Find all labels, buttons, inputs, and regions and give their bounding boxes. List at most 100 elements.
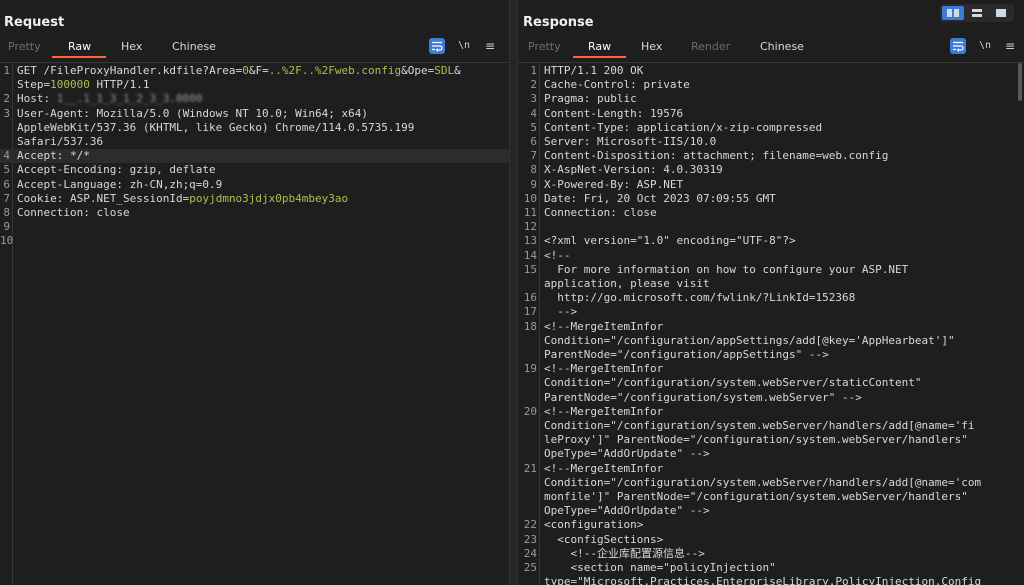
code-token: leProxy']" ParentNode="/configuration/sy… xyxy=(544,433,968,447)
response-code-line: 24 <!--企业库配置源信息--> xyxy=(518,547,1024,561)
line-number: 4 xyxy=(530,106,537,120)
response-code-line: 6 Server: Microsoft-IIS/10.0 xyxy=(518,135,1024,149)
response-code-line: 7 Content-Disposition: attachment; filena… xyxy=(518,149,1024,163)
layout-top-bottom-button[interactable] xyxy=(966,6,988,20)
response-tab-pretty[interactable]: Pretty xyxy=(528,40,561,53)
request-tab-raw[interactable]: Raw xyxy=(68,40,91,53)
response-code-line: OpeType="AddOrUpdate" --> xyxy=(518,447,1024,461)
response-code-line: 13 <?xml version="1.0" encoding="UTF-8"?> xyxy=(518,234,1024,248)
code-token: poyjdmno3jdjx0pb4mbey3ao xyxy=(189,191,349,205)
code-token: X-Powered-By: ASP.NET xyxy=(544,177,684,191)
response-pane: Response Pretty Raw Hex Render Chinese \… xyxy=(518,0,1024,585)
line-text: <section name="policyInjection" xyxy=(544,561,775,575)
code-token: Condition="/configuration/appSettings/ad… xyxy=(544,333,955,347)
menu-icon[interactable]: ≡ xyxy=(1002,38,1018,54)
line-text: Safari/537.36 xyxy=(17,135,103,149)
line-number: 4 xyxy=(3,149,10,163)
response-code-line: ParentNode="/configuration/system.webSer… xyxy=(518,391,1024,405)
request-code-line: AppleWebKit/537.36 (KHTML, like Gecko) C… xyxy=(0,121,509,135)
response-code-line: 16 http://go.microsoft.com/fwlink/?LinkI… xyxy=(518,291,1024,305)
code-token: Cookie: xyxy=(17,191,70,205)
line-number: 5 xyxy=(3,163,10,177)
code-token: HTTP/1.1 xyxy=(89,78,150,92)
code-token: 100000 xyxy=(50,78,90,92)
code-token: & xyxy=(401,64,408,77)
line-text: ParentNode="/configuration/appSettings" … xyxy=(544,348,829,362)
code-token: OpeType="AddOrUpdate" --> xyxy=(544,504,710,518)
request-tab-hex[interactable]: Hex xyxy=(121,40,142,53)
response-tab-hex[interactable]: Hex xyxy=(641,40,662,53)
request-code-line: 5 Accept-Encoding: gzip, deflate xyxy=(0,163,509,177)
code-token: ParentNode="/configuration/system.webSer… xyxy=(544,390,862,404)
request-code-line: Step=100000 HTTP/1.1 xyxy=(0,78,509,92)
line-text: Content-Length: 19576 xyxy=(544,107,683,121)
line-number: 3 xyxy=(3,106,10,120)
request-code-line: 6 Accept-Language: zh-CN,zh;q=0.9 xyxy=(0,178,509,192)
response-code-line: Condition="/configuration/system.webServ… xyxy=(518,419,1024,433)
line-text: Condition="/configuration/appSettings/ad… xyxy=(544,334,955,348)
line-text: Accept-Language: zh-CN,zh;q=0.9 xyxy=(17,178,222,192)
response-tab-chinese[interactable]: Chinese xyxy=(760,40,804,53)
wrap-lines-icon[interactable] xyxy=(950,38,966,54)
pane-divider[interactable] xyxy=(509,0,518,585)
request-editor[interactable]: 1 GET /FileProxyHandler.kdfile?Area=0&F=.… xyxy=(0,62,509,585)
request-code-line: 2 Host: 1__.1_1_3_1_2_3_3.0000 xyxy=(0,92,509,106)
request-tab-chinese[interactable]: Chinese xyxy=(172,40,216,53)
response-code-line: 18 <!--MergeItemInfor xyxy=(518,320,1024,334)
code-token: Ope xyxy=(407,64,428,77)
newline-toggle-icon[interactable]: \n xyxy=(977,38,993,54)
code-token: Accept: */* xyxy=(17,149,90,163)
line-text: <!--MergeItemInfor xyxy=(544,462,663,476)
line-number: 6 xyxy=(530,135,537,148)
line-text: Content-Type: application/x-zip-compress… xyxy=(544,121,822,135)
response-code-line: leProxy']" ParentNode="/configuration/sy… xyxy=(518,433,1024,447)
code-token: http://go.microsoft.com/fwlink/?LinkId=1… xyxy=(544,291,856,305)
request-code-line: 10 xyxy=(0,234,509,248)
line-text: leProxy']" ParentNode="/configuration/sy… xyxy=(544,433,968,447)
response-scrollbar[interactable] xyxy=(1018,63,1022,101)
request-code-line: 4 Accept: */* xyxy=(0,149,509,164)
response-tab-raw[interactable]: Raw xyxy=(588,40,611,53)
line-number: 16 xyxy=(523,291,537,305)
line-number: 6 xyxy=(3,177,10,191)
request-code-line: 7 Cookie: ASP.NET_SessionId=poyjdmno3jdjx… xyxy=(0,192,509,206)
line-number: 17 xyxy=(523,305,537,319)
line-text: Cookie: ASP.NET_SessionId=poyjdmno3jdjx0… xyxy=(17,192,348,206)
response-code-line: 2 Cache-Control: private xyxy=(518,78,1024,92)
request-pane: Request Pretty Raw Hex Chinese \n ≡ 1 GET… xyxy=(0,0,509,585)
request-tab-pretty[interactable]: Pretty xyxy=(8,40,41,53)
wrap-lines-icon[interactable] xyxy=(429,38,445,54)
layout-side-by-side-button[interactable] xyxy=(942,6,964,20)
response-code-line: 23 <configSections> xyxy=(518,533,1024,547)
code-token: User-Agent: Mozilla/5.0 (Windows NT 10.0… xyxy=(17,106,368,120)
code-token: X-AspNet-Version: 4.0.30319 xyxy=(544,163,723,177)
code-token: Date: Fri, 20 Oct 2023 07:09:55 GMT xyxy=(544,191,776,205)
response-code-line: 5 Content-Type: application/x-zip-compres… xyxy=(518,121,1024,135)
layout-single-button[interactable] xyxy=(990,6,1012,20)
response-code-line: Condition="/configuration/appSettings/ad… xyxy=(518,334,1024,348)
line-text: Date: Fri, 20 Oct 2023 07:09:55 GMT xyxy=(544,192,776,206)
code-token: & xyxy=(454,64,461,77)
code-token: AppleWebKit/537.36 (KHTML, like Gecko) C… xyxy=(17,120,415,134)
newline-toggle-icon[interactable]: \n xyxy=(456,38,472,54)
code-token: <!--MergeItemInfor xyxy=(544,319,664,333)
line-text: monfile']" ParentNode="/configuration/sy… xyxy=(544,490,968,504)
code-token: SDL xyxy=(434,64,455,77)
code-token: Accept-Encoding: gzip, deflate xyxy=(17,163,216,177)
line-text: <?xml version="1.0" encoding="UTF-8"?> xyxy=(544,234,796,248)
request-code-line: 3 User-Agent: Mozilla/5.0 (Windows NT 10.… xyxy=(0,107,509,121)
code-token: ASP.NET_SessionId xyxy=(69,191,183,205)
line-text: Server: Microsoft-IIS/10.0 xyxy=(544,135,716,149)
response-tab-render[interactable]: Render xyxy=(691,40,730,53)
line-text: AppleWebKit/537.36 (KHTML, like Gecko) C… xyxy=(17,121,414,135)
line-number: 10 xyxy=(523,191,537,205)
code-token: Host: xyxy=(17,92,57,106)
response-code-line: 19 <!--MergeItemInfor xyxy=(518,362,1024,376)
line-number: 18 xyxy=(523,319,537,333)
line-number: 9 xyxy=(3,220,10,234)
response-editor[interactable]: 1 HTTP/1.1 200 OK 2 Cache-Control: private 3… xyxy=(518,62,1024,585)
response-code-line: 15 For more information on how to config… xyxy=(518,263,1024,277)
response-code-line: Condition="/configuration/system.webServ… xyxy=(518,376,1024,390)
code-token: --> xyxy=(544,305,578,319)
menu-icon[interactable]: ≡ xyxy=(482,38,498,54)
